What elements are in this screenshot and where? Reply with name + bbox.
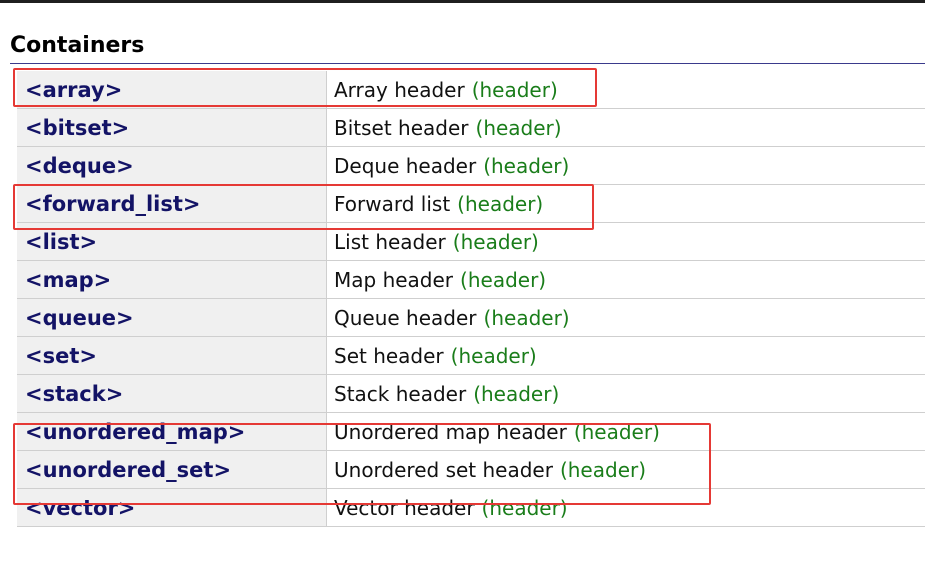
- top-border: [0, 0, 925, 3]
- table-row-vector: <vector> Vector header (header): [17, 489, 925, 527]
- header-description: Bitset header (header): [327, 109, 925, 146]
- table-row-stack: <stack> Stack header (header): [17, 375, 925, 413]
- description-text: Vector header: [334, 495, 475, 520]
- description-text: Forward list: [334, 191, 451, 216]
- header-link-map[interactable]: <map>: [17, 261, 327, 298]
- description-text: Array header: [334, 77, 465, 102]
- header-description: Queue header (header): [327, 299, 925, 336]
- header-link-forward-list[interactable]: <forward_list>: [17, 185, 327, 222]
- header-link-stack[interactable]: <stack>: [17, 375, 327, 412]
- header-description: Set header (header): [327, 337, 925, 374]
- table-row-array: <array> Array header (header): [17, 71, 925, 109]
- header-tag: (header): [573, 419, 660, 444]
- description-text: List header: [334, 229, 446, 254]
- description-text: Deque header: [334, 153, 477, 178]
- header-tag: (header): [473, 381, 560, 406]
- description-text: Set header: [334, 343, 444, 368]
- table-row-map: <map> Map header (header): [17, 261, 925, 299]
- header-tag: (header): [481, 495, 568, 520]
- table-row-unordered-map: <unordered_map> Unordered map header (hea…: [17, 413, 925, 451]
- section-title-rule: [10, 63, 925, 64]
- header-tag: (header): [471, 77, 558, 102]
- header-description: Deque header (header): [327, 147, 925, 184]
- header-link-unordered-set[interactable]: <unordered_set>: [17, 451, 327, 488]
- header-description: Vector header (header): [327, 489, 925, 526]
- header-link-set[interactable]: <set>: [17, 337, 327, 374]
- header-description: Unordered set header (header): [327, 451, 925, 488]
- header-description: Array header (header): [327, 71, 925, 108]
- section-title: Containers: [10, 33, 145, 58]
- table-row-set: <set> Set header (header): [17, 337, 925, 375]
- header-description: Map header (header): [327, 261, 925, 298]
- header-description: Forward list (header): [327, 185, 925, 222]
- containers-table: <array> Array header (header) <bitset> Bi…: [17, 71, 925, 527]
- description-text: Stack header: [334, 381, 467, 406]
- description-text: Unordered set header: [334, 457, 553, 482]
- table-row-deque: <deque> Deque header (header): [17, 147, 925, 185]
- description-text: Queue header: [334, 305, 477, 330]
- header-link-unordered-map[interactable]: <unordered_map>: [17, 413, 327, 450]
- table-row-bitset: <bitset> Bitset header (header): [17, 109, 925, 147]
- header-tag: (header): [452, 229, 539, 254]
- header-link-vector[interactable]: <vector>: [17, 489, 327, 526]
- header-tag: (header): [450, 343, 537, 368]
- header-description: Stack header (header): [327, 375, 925, 412]
- header-tag: (header): [483, 305, 570, 330]
- header-link-bitset[interactable]: <bitset>: [17, 109, 327, 146]
- table-row-queue: <queue> Queue header (header): [17, 299, 925, 337]
- header-tag: (header): [475, 115, 562, 140]
- table-row-forward-list: <forward_list> Forward list (header): [17, 185, 925, 223]
- header-tag: (header): [483, 153, 570, 178]
- header-link-deque[interactable]: <deque>: [17, 147, 327, 184]
- header-link-queue[interactable]: <queue>: [17, 299, 327, 336]
- description-text: Unordered map header: [334, 419, 567, 444]
- table-row-unordered-set: <unordered_set> Unordered set header (hea…: [17, 451, 925, 489]
- description-text: Bitset header: [334, 115, 469, 140]
- header-description: Unordered map header (header): [327, 413, 925, 450]
- header-tag: (header): [457, 191, 544, 216]
- header-link-array[interactable]: <array>: [17, 71, 327, 108]
- description-text: Map header: [334, 267, 454, 292]
- header-description: List header (header): [327, 223, 925, 260]
- header-link-list[interactable]: <list>: [17, 223, 327, 260]
- header-tag: (header): [460, 267, 547, 292]
- header-tag: (header): [559, 457, 647, 482]
- table-row-list: <list> List header (header): [17, 223, 925, 261]
